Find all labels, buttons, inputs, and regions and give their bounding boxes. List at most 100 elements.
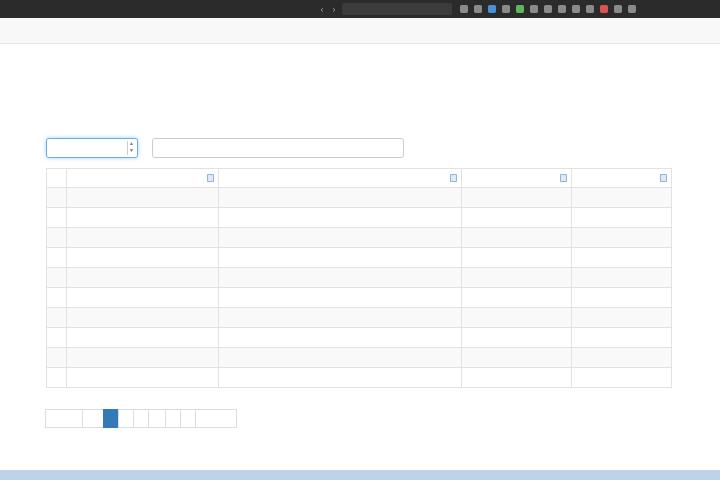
table-cell bbox=[461, 227, 573, 248]
table-cell[interactable] bbox=[571, 267, 672, 288]
pagination bbox=[45, 409, 237, 428]
table-cell bbox=[217, 347, 463, 368]
table-cell bbox=[65, 267, 219, 288]
extension-icon[interactable] bbox=[474, 5, 482, 13]
extension-icons bbox=[460, 5, 636, 13]
table-cell bbox=[461, 187, 573, 208]
table-cell bbox=[217, 207, 463, 228]
table-cell bbox=[217, 287, 463, 308]
table-cell[interactable] bbox=[571, 187, 672, 208]
table-cell bbox=[461, 347, 573, 368]
extension-icon[interactable] bbox=[516, 5, 524, 13]
table-row bbox=[46, 347, 672, 368]
sort-icon[interactable] bbox=[206, 174, 214, 182]
table-cell bbox=[46, 307, 67, 328]
table-row bbox=[46, 267, 672, 288]
menu-icon[interactable] bbox=[628, 5, 636, 13]
table-cell[interactable] bbox=[571, 247, 672, 268]
site-navbar bbox=[0, 18, 720, 44]
extension-icon[interactable] bbox=[530, 5, 538, 13]
table-row bbox=[46, 327, 672, 348]
table-cell bbox=[65, 347, 219, 368]
extension-icon[interactable] bbox=[558, 5, 566, 13]
table-cell bbox=[46, 187, 67, 208]
extension-icon[interactable] bbox=[460, 5, 468, 13]
table-cell bbox=[65, 367, 219, 388]
table-cell bbox=[217, 367, 463, 388]
table-cell bbox=[65, 227, 219, 248]
table-cell bbox=[65, 287, 219, 308]
table-cell bbox=[46, 227, 67, 248]
table-row bbox=[46, 287, 672, 308]
column-header-phone[interactable] bbox=[461, 168, 573, 188]
column-header-number[interactable] bbox=[46, 168, 67, 188]
table-cell bbox=[217, 227, 463, 248]
table-row bbox=[46, 207, 672, 228]
pagination-prev[interactable] bbox=[82, 409, 104, 428]
pagination-page-3[interactable] bbox=[133, 409, 149, 428]
pagination-page-5[interactable] bbox=[165, 409, 181, 428]
pagination-page-4[interactable] bbox=[148, 409, 166, 428]
table-row bbox=[46, 367, 672, 388]
filter-row bbox=[46, 109, 49, 118]
extension-icon[interactable] bbox=[488, 5, 496, 13]
table-row bbox=[46, 187, 672, 208]
forward-icon[interactable]: › bbox=[330, 5, 338, 14]
table-cell[interactable] bbox=[571, 307, 672, 328]
pagination-first[interactable] bbox=[45, 409, 83, 428]
back-icon[interactable]: ‹ bbox=[318, 5, 326, 14]
browser-nav: ‹ › bbox=[318, 5, 338, 14]
table-cell bbox=[217, 267, 463, 288]
sort-icon[interactable] bbox=[450, 174, 458, 182]
window-bottom-bar bbox=[0, 470, 720, 480]
pagination-page-1[interactable] bbox=[103, 409, 119, 428]
table-cell bbox=[461, 287, 573, 308]
search-input[interactable] bbox=[152, 138, 404, 158]
table-cell bbox=[461, 207, 573, 228]
column-header-position[interactable] bbox=[217, 168, 463, 188]
table-cell bbox=[65, 327, 219, 348]
extension-icon[interactable] bbox=[572, 5, 580, 13]
column-header-email[interactable] bbox=[571, 168, 672, 188]
table-cell bbox=[65, 207, 219, 228]
extension-icon[interactable] bbox=[600, 5, 608, 13]
table-cell bbox=[46, 327, 67, 348]
table-cell bbox=[461, 367, 573, 388]
extension-icon[interactable] bbox=[544, 5, 552, 13]
address-bar[interactable] bbox=[342, 3, 452, 15]
table-cell bbox=[46, 267, 67, 288]
sort-icon[interactable] bbox=[560, 174, 568, 182]
extension-icon[interactable] bbox=[502, 5, 510, 13]
table-row bbox=[46, 247, 672, 268]
table-row bbox=[46, 227, 672, 248]
table-cell[interactable] bbox=[571, 207, 672, 228]
table-cell bbox=[217, 247, 463, 268]
table-cell[interactable] bbox=[571, 347, 672, 368]
table-cell[interactable] bbox=[571, 287, 672, 308]
table-cell bbox=[461, 327, 573, 348]
extension-icon[interactable] bbox=[586, 5, 594, 13]
table-row bbox=[46, 307, 672, 328]
pagination-next[interactable] bbox=[180, 409, 196, 428]
table-cell[interactable] bbox=[571, 367, 672, 388]
table-cell bbox=[217, 327, 463, 348]
table-cell bbox=[461, 307, 573, 328]
table-cell bbox=[461, 247, 573, 268]
pagination-last[interactable] bbox=[195, 409, 237, 428]
table-cell bbox=[46, 207, 67, 228]
browser-toolbar: ‹ › bbox=[0, 0, 720, 18]
table-cell bbox=[46, 287, 67, 308]
spinner-icon[interactable]: ▲ ▼ bbox=[127, 141, 135, 155]
table-cell[interactable] bbox=[571, 327, 672, 348]
table-cell bbox=[217, 187, 463, 208]
table-cell bbox=[65, 247, 219, 268]
page-size-select[interactable]: ▲ ▼ bbox=[46, 138, 138, 158]
sort-icon[interactable] bbox=[660, 174, 667, 182]
table-cell[interactable] bbox=[571, 227, 672, 248]
pagination-page-2[interactable] bbox=[118, 409, 134, 428]
column-header-name[interactable] bbox=[65, 168, 219, 188]
table-cell bbox=[46, 347, 67, 368]
table-header-row bbox=[46, 168, 672, 188]
extension-icon[interactable] bbox=[614, 5, 622, 13]
table-cell bbox=[46, 247, 67, 268]
